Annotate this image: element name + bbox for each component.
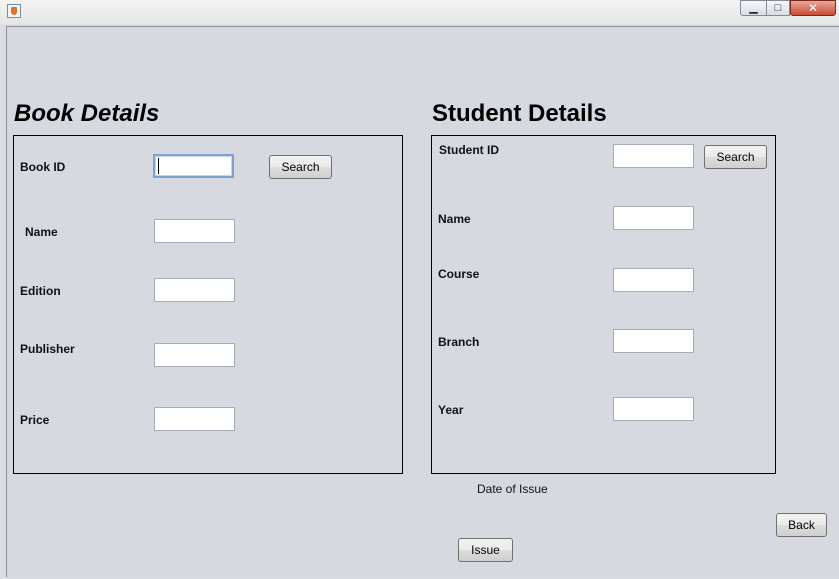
student-details-heading: Student Details bbox=[432, 100, 607, 127]
minimize-button[interactable]: ▁ bbox=[740, 0, 766, 16]
issue-button[interactable]: Issue bbox=[458, 538, 513, 562]
book-publisher-input[interactable] bbox=[154, 343, 235, 367]
student-branch-input[interactable] bbox=[613, 329, 694, 353]
student-year-input[interactable] bbox=[613, 397, 694, 421]
close-button[interactable]: ✕ bbox=[790, 0, 836, 16]
maximize-button[interactable]: □ bbox=[766, 0, 790, 16]
book-details-heading: Book Details bbox=[14, 100, 160, 127]
java-app-icon bbox=[7, 4, 21, 18]
student-course-label: Course bbox=[438, 267, 480, 281]
close-icon: ✕ bbox=[807, 1, 819, 15]
book-search-button[interactable]: Search bbox=[269, 155, 332, 179]
book-edition-label: Edition bbox=[20, 284, 61, 298]
maximize-icon: □ bbox=[774, 2, 782, 14]
window-titlebar[interactable]: ▁ □ ✕ bbox=[0, 0, 839, 24]
book-name-label: Name bbox=[25, 225, 58, 239]
book-publisher-label: Publisher bbox=[20, 342, 75, 356]
student-year-label: Year bbox=[438, 403, 464, 417]
book-name-input[interactable] bbox=[154, 219, 235, 243]
book-price-input[interactable] bbox=[154, 407, 235, 431]
student-id-input[interactable] bbox=[613, 144, 694, 168]
window-controls: ▁ □ ✕ bbox=[740, 0, 836, 18]
student-id-label: Student ID bbox=[439, 143, 499, 157]
student-name-input[interactable] bbox=[613, 206, 694, 230]
student-course-input[interactable] bbox=[613, 268, 694, 292]
student-name-label: Name bbox=[438, 212, 471, 226]
text-caret bbox=[158, 158, 159, 174]
book-price-label: Price bbox=[20, 413, 50, 427]
student-branch-label: Branch bbox=[438, 335, 480, 349]
book-id-input[interactable] bbox=[153, 154, 234, 178]
back-button[interactable]: Back bbox=[776, 513, 827, 537]
date-of-issue-label: Date of Issue bbox=[477, 482, 548, 496]
minimize-icon: ▁ bbox=[749, 2, 758, 14]
book-id-label: Book ID bbox=[20, 160, 66, 174]
book-edition-input[interactable] bbox=[154, 278, 235, 302]
student-details-panel bbox=[431, 135, 776, 474]
student-search-button[interactable]: Search bbox=[704, 145, 767, 169]
